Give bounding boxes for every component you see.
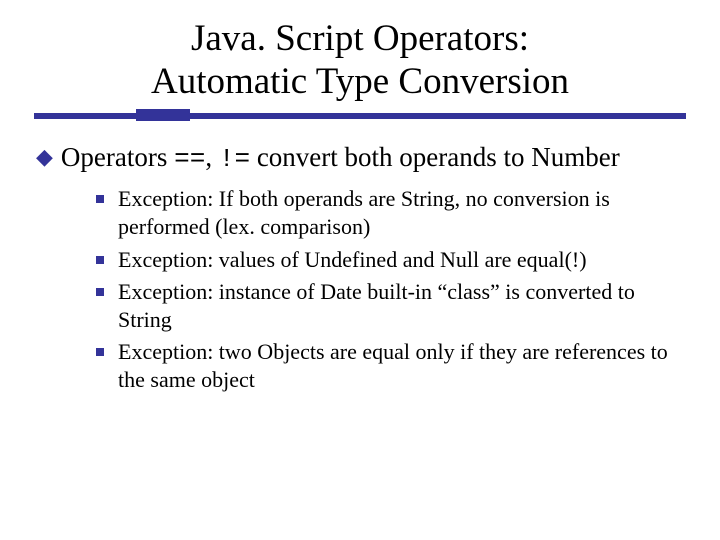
list-item: Exception: two Objects are equal only if… — [96, 338, 686, 394]
diamond-bullet-icon: ◆ — [36, 141, 53, 173]
slide-title: Java. Script Operators: Automatic Type C… — [34, 18, 686, 103]
slide: Java. Script Operators: Automatic Type C… — [0, 0, 720, 540]
square-bullet-icon — [96, 195, 104, 203]
square-bullet-icon — [96, 288, 104, 296]
list-item: Exception: values of Undefined and Null … — [96, 246, 686, 274]
bullet-sep: , — [205, 142, 219, 172]
title-line-2: Automatic Type Conversion — [34, 61, 686, 104]
list-item-text: Exception: values of Undefined and Null … — [118, 246, 686, 274]
title-divider — [34, 109, 686, 123]
bullet-suffix: convert both operands to Number — [250, 142, 620, 172]
bullet-prefix: Operators — [61, 142, 174, 172]
list-item: Exception: instance of Date built-in “cl… — [96, 278, 686, 334]
divider-accent — [136, 109, 190, 121]
square-bullet-icon — [96, 348, 104, 356]
sub-bullet-list: Exception: If both operands are String, … — [36, 185, 686, 394]
square-bullet-icon — [96, 256, 104, 264]
bullet-level1: ◆ Operators ==, != convert both operands… — [36, 141, 686, 175]
list-item-text: Exception: If both operands are String, … — [118, 185, 686, 241]
slide-body: ◆ Operators ==, != convert both operands… — [34, 141, 686, 394]
list-item-text: Exception: instance of Date built-in “cl… — [118, 278, 686, 334]
code-equals: == — [174, 144, 205, 174]
title-line-1: Java. Script Operators: — [34, 18, 686, 61]
list-item: Exception: If both operands are String, … — [96, 185, 686, 241]
divider-bar — [34, 113, 686, 119]
list-item-text: Exception: two Objects are equal only if… — [118, 338, 686, 394]
bullet-level1-text: Operators ==, != convert both operands t… — [61, 141, 686, 175]
code-notequals: != — [219, 144, 250, 174]
